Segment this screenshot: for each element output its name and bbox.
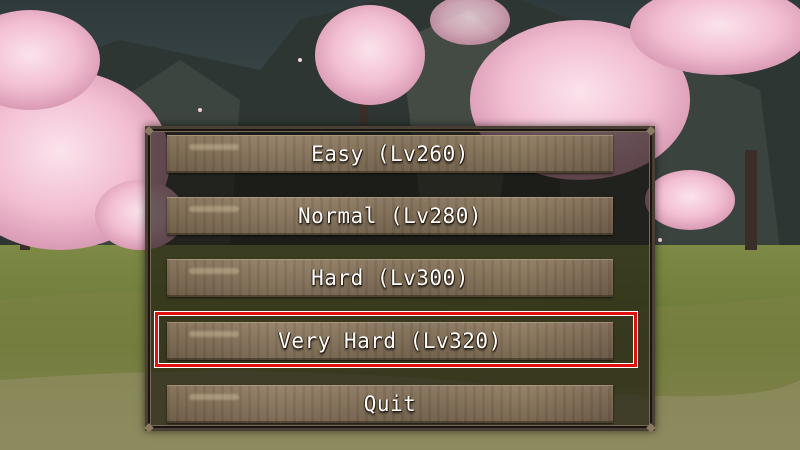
ornament-corner-icon: ◆ [646,120,656,139]
wood-grain-decoration [189,144,239,150]
ornament-corner-icon: ◆ [144,417,154,436]
wood-grain-decoration [189,206,239,212]
wood-grain-decoration [189,331,239,337]
very-hard-difficulty-label: Very Hard (Lv320) [278,329,502,353]
hard-difficulty-button[interactable]: Hard (Lv300) [167,259,613,297]
quit-label: Quit [363,392,417,416]
easy-difficulty-label: Easy (Lv260) [311,142,469,166]
wood-grain-decoration [189,394,239,400]
hard-difficulty-label: Hard (Lv300) [311,266,469,290]
easy-difficulty-button[interactable]: Easy (Lv260) [167,135,613,173]
quit-button[interactable]: Quit [167,385,613,423]
very-hard-difficulty-button[interactable]: Very Hard (Lv320) [167,322,613,360]
normal-difficulty-label: Normal (Lv280) [297,204,482,228]
ornament-corner-icon: ◆ [144,120,154,139]
ornament-corner-icon: ◆ [646,417,656,436]
normal-difficulty-button[interactable]: Normal (Lv280) [167,197,613,235]
wood-grain-decoration [189,268,239,274]
